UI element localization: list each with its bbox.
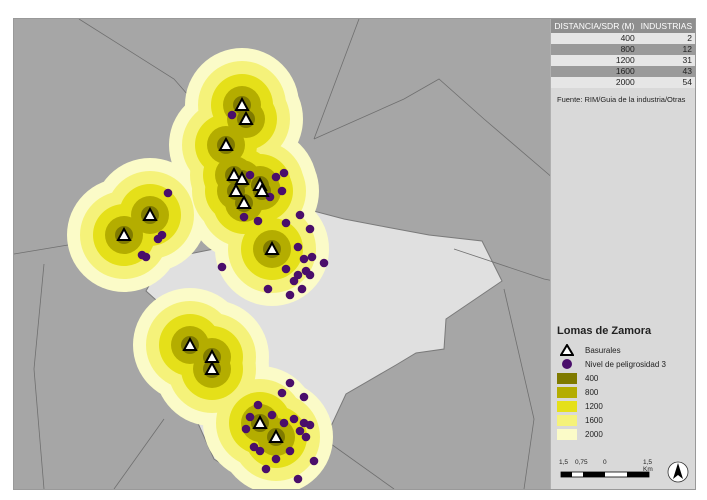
legend-item-nivel: Nivel de peligrosidad 3	[557, 357, 687, 371]
circle-icon	[261, 464, 271, 474]
circle-icon	[253, 216, 263, 226]
swatch-2000	[557, 428, 577, 440]
scale-bar-graphic	[560, 471, 650, 478]
swatch-1200	[557, 400, 577, 412]
circle-icon	[289, 414, 299, 424]
scale-bar: 1,5 0,75 0 1,5 Km	[559, 459, 659, 485]
circle-icon	[141, 252, 151, 262]
circle-icon	[305, 420, 315, 430]
circle-icon	[293, 242, 303, 252]
circle-icon	[297, 284, 307, 294]
circle-icon	[562, 359, 572, 369]
circle-icon	[245, 412, 255, 422]
map-frame: DISTANCIA/SDR (M) INDUSTRIAS 400 2 800 1…	[13, 18, 696, 490]
circle-icon	[319, 258, 329, 268]
north-arrow	[667, 459, 689, 485]
circle-icon	[295, 210, 305, 220]
circle-icon	[281, 264, 291, 274]
circle-icon	[253, 400, 263, 410]
legend-item-buffer: 400	[557, 371, 687, 385]
circle-icon	[263, 284, 273, 294]
legend-item-buffer: 1600	[557, 413, 687, 427]
swatch-400	[557, 372, 577, 384]
table-row: 1200 31	[551, 55, 695, 66]
legend-item-buffer: 800	[557, 385, 687, 399]
triangle-icon	[560, 344, 574, 356]
circle-icon	[239, 212, 249, 222]
circle-icon	[271, 172, 281, 182]
distance-table: DISTANCIA/SDR (M) INDUSTRIAS 400 2 800 1…	[551, 19, 695, 88]
table-row: 2000 54	[551, 77, 695, 88]
circle-icon	[245, 170, 255, 180]
legend-item-buffer: 1200	[557, 399, 687, 413]
swatch-1600	[557, 414, 577, 426]
circle-icon	[271, 454, 281, 464]
circle-icon	[279, 168, 289, 178]
circle-icon	[299, 392, 309, 402]
circle-icon	[309, 456, 319, 466]
circle-icon	[277, 388, 287, 398]
swatch-800	[557, 386, 577, 398]
circle-icon	[163, 188, 173, 198]
table-row: 1600 43	[551, 66, 695, 77]
side-panel: DISTANCIA/SDR (M) INDUSTRIAS 400 2 800 1…	[550, 19, 695, 489]
circle-icon	[241, 424, 251, 434]
circle-icon	[285, 290, 295, 300]
circle-icon	[305, 270, 315, 280]
circle-icon	[267, 410, 277, 420]
circle-icon	[153, 234, 163, 244]
legend-title: Lomas de Zamora	[557, 325, 652, 337]
circle-icon	[301, 432, 311, 442]
legend-item-buffer: 2000	[557, 427, 687, 441]
map-legend: Lomas de Zamora Basurales Nivel de pelig…	[557, 325, 687, 441]
circle-icon	[285, 446, 295, 456]
circle-icon	[307, 252, 317, 262]
circle-icon	[281, 218, 291, 228]
circle-icon	[305, 224, 315, 234]
table-row: 400 2	[551, 33, 695, 44]
circle-icon	[227, 110, 237, 120]
circle-icon	[255, 446, 265, 456]
header-industries: INDUSTRIAS	[637, 19, 695, 33]
north-arrow-icon	[667, 461, 689, 483]
map-canvas	[14, 19, 554, 489]
circle-icon	[217, 262, 227, 272]
circle-icon	[279, 418, 289, 428]
header-distance: DISTANCIA/SDR (M)	[551, 19, 638, 33]
circle-icon	[299, 254, 309, 264]
legend-item-basurales: Basurales	[557, 343, 687, 357]
circle-icon	[285, 378, 295, 388]
circle-icon	[289, 276, 299, 286]
source-note: Fuente: RIM/Guia de la industria/Otras	[557, 95, 686, 104]
table-row: 800 12	[551, 44, 695, 55]
circle-icon	[277, 186, 287, 196]
circle-icon	[293, 474, 303, 484]
